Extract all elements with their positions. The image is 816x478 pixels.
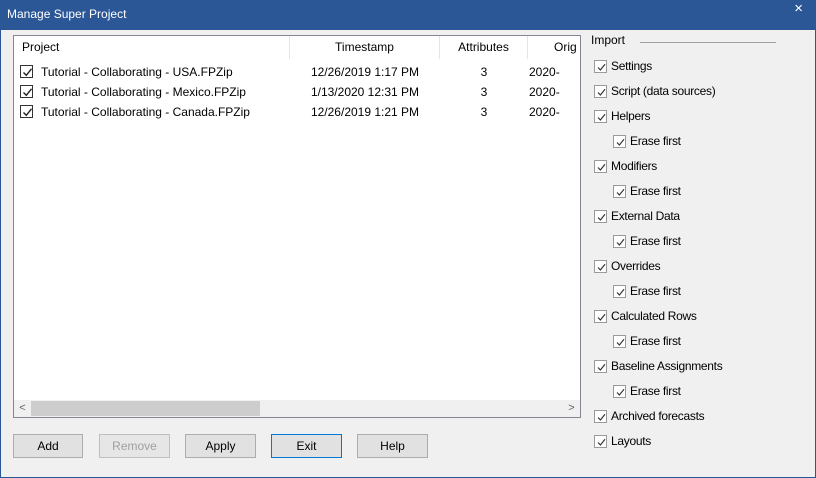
column-header-project[interactable]: Project [14, 36, 290, 59]
checkmark-icon [23, 108, 33, 117]
checkbox-label: Calculated Rows [611, 309, 697, 323]
row-checkbox[interactable] [20, 85, 33, 98]
checkbox-label: External Data [611, 209, 680, 223]
checkbox-box[interactable] [594, 110, 607, 123]
checkmark-icon [597, 363, 606, 371]
row-project: Tutorial - Collaborating - USA.FPZip [41, 65, 233, 79]
checkbox-box[interactable] [613, 135, 626, 148]
row-orig: 2020- [529, 85, 560, 99]
checkbox-box[interactable] [613, 385, 626, 398]
window-title: Manage Super Project [7, 7, 127, 21]
checkmark-icon [597, 438, 606, 446]
checkbox-label: Erase first [630, 334, 681, 348]
checkbox-label: Erase first [630, 234, 681, 248]
checkbox-box[interactable] [594, 310, 607, 323]
title-bar: Manage Super Project × [0, 0, 816, 30]
checkmark-icon [616, 338, 625, 346]
row-timestamp: 12/26/2019 1:21 PM [310, 105, 420, 119]
row-attributes: 3 [480, 85, 488, 99]
checkbox-box[interactable] [594, 85, 607, 98]
row-orig: 2020- [529, 105, 560, 119]
row-checkbox[interactable] [20, 65, 33, 78]
checkmark-icon [616, 138, 625, 146]
checkmark-icon [597, 313, 606, 321]
column-header-orig[interactable]: Orig [528, 36, 580, 59]
help-button[interactable]: Help [357, 434, 428, 458]
horizontal-scrollbar[interactable]: < > [14, 400, 580, 417]
checkbox-box[interactable] [594, 435, 607, 448]
checkmark-icon [597, 263, 606, 271]
checkmark-icon [597, 63, 606, 71]
list-header: Project Timestamp Attributes Orig [14, 36, 580, 59]
import-group-title: Import [591, 33, 626, 47]
checkbox-label: Script (data sources) [611, 84, 716, 98]
checkmark-icon [616, 288, 625, 296]
checkbox-box[interactable] [594, 360, 607, 373]
import-group-divider [640, 42, 776, 43]
project-list[interactable]: Project Timestamp Attributes Orig Tutori… [13, 35, 581, 418]
row-checkbox[interactable] [20, 105, 33, 118]
checkmark-icon [597, 88, 606, 96]
row-timestamp: 12/26/2019 1:17 PM [310, 65, 420, 79]
checkmark-icon [597, 163, 606, 171]
checkbox-box[interactable] [594, 210, 607, 223]
checkbox-label: Layouts [611, 434, 651, 448]
scroll-right-icon[interactable]: > [563, 400, 580, 417]
checkbox-label: Baseline Assignments [611, 359, 723, 373]
checkbox-label: Archived forecasts [611, 409, 705, 423]
scrollbar-thumb[interactable] [31, 401, 260, 416]
exit-button[interactable]: Exit [271, 434, 342, 458]
row-attributes: 3 [480, 105, 488, 119]
checkmark-icon [616, 188, 625, 196]
row-project: Tutorial - Collaborating - Mexico.FPZip [41, 85, 246, 99]
checkbox-box[interactable] [613, 185, 626, 198]
checkmark-icon [597, 213, 606, 221]
checkbox-label: Helpers [611, 109, 651, 123]
checkmark-icon [597, 113, 606, 121]
checkmark-icon [616, 238, 625, 246]
checkbox-label: Modifiers [611, 159, 657, 173]
checkbox-box[interactable] [594, 260, 607, 273]
table-row[interactable]: Tutorial - Collaborating - Canada.FPZip … [14, 102, 580, 122]
table-row[interactable]: Tutorial - Collaborating - USA.FPZip 12/… [14, 62, 580, 82]
row-timestamp: 1/13/2020 12:31 PM [310, 85, 420, 99]
checkmark-icon [23, 68, 33, 77]
row-attributes: 3 [480, 65, 488, 79]
checkbox-box[interactable] [613, 285, 626, 298]
checkbox-label: Erase first [630, 384, 681, 398]
checkmark-icon [23, 88, 33, 97]
column-header-attributes[interactable]: Attributes [440, 36, 528, 59]
apply-button[interactable]: Apply [185, 434, 256, 458]
checkbox-label: Settings [611, 59, 652, 73]
checkbox-box[interactable] [613, 335, 626, 348]
checkbox-label: Erase first [630, 184, 681, 198]
checkbox-label: Overrides [611, 259, 661, 273]
close-icon[interactable]: × [794, 1, 803, 16]
checkbox-label: Erase first [630, 134, 681, 148]
checkbox-box[interactable] [594, 160, 607, 173]
checkbox-box[interactable] [594, 410, 607, 423]
row-orig: 2020- [529, 65, 560, 79]
checkbox-box[interactable] [613, 235, 626, 248]
scroll-left-icon[interactable]: < [14, 400, 31, 417]
column-header-timestamp[interactable]: Timestamp [290, 36, 440, 59]
checkmark-icon [616, 388, 625, 396]
remove-button[interactable]: Remove [99, 434, 170, 458]
row-project: Tutorial - Collaborating - Canada.FPZip [41, 105, 250, 119]
checkbox-label: Erase first [630, 284, 681, 298]
checkmark-icon [597, 413, 606, 421]
checkbox-box[interactable] [594, 60, 607, 73]
add-button[interactable]: Add [13, 434, 83, 458]
table-row[interactable]: Tutorial - Collaborating - Mexico.FPZip … [14, 82, 580, 102]
